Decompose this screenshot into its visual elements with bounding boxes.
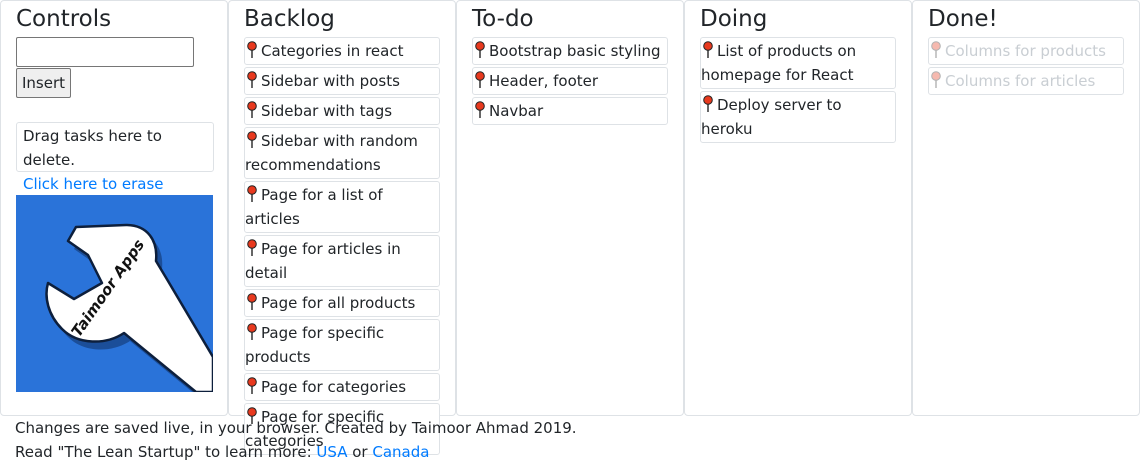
task-text: Columns for products bbox=[945, 42, 1106, 60]
todo-title: To-do bbox=[472, 6, 534, 32]
task-text: Columns for articles bbox=[945, 72, 1096, 90]
task-text: Page for articles in detail bbox=[245, 240, 401, 282]
task-card[interactable]: Page for categories bbox=[244, 373, 440, 401]
backlog-title: Backlog bbox=[244, 6, 335, 32]
done-card-list: Columns for products Columns for article… bbox=[928, 37, 1124, 97]
task-card[interactable]: List of products on homepage for React bbox=[700, 37, 896, 89]
pin-icon bbox=[245, 71, 259, 89]
task-text: Sidebar with tags bbox=[261, 102, 393, 120]
pin-icon bbox=[245, 377, 259, 395]
todo-column[interactable]: To-do Bootstrap basic styling Header, fo… bbox=[456, 0, 684, 416]
task-card[interactable]: Sidebar with tags bbox=[244, 97, 440, 125]
trash-text: Drag tasks here to delete. bbox=[23, 127, 162, 169]
pin-icon bbox=[245, 185, 259, 203]
task-text: Deploy server to heroku bbox=[701, 96, 842, 138]
pin-icon bbox=[473, 71, 487, 89]
task-input[interactable] bbox=[16, 37, 194, 67]
task-card[interactable]: Sidebar with random recommendations bbox=[244, 127, 440, 179]
footer-credit: Changes are saved live, in your browser.… bbox=[15, 419, 577, 437]
task-text: Page for all products bbox=[261, 294, 416, 312]
pin-icon bbox=[245, 293, 259, 311]
pin-icon bbox=[701, 95, 715, 113]
usa-link[interactable]: USA bbox=[316, 443, 347, 461]
doing-card-list: List of products on homepage for React D… bbox=[700, 37, 896, 145]
task-card[interactable]: Page for a list of articles bbox=[244, 181, 440, 233]
canada-link[interactable]: Canada bbox=[372, 443, 429, 461]
pin-icon bbox=[245, 131, 259, 149]
task-text: Navbar bbox=[489, 102, 544, 120]
task-card[interactable]: Page for specific products bbox=[244, 319, 440, 371]
task-card[interactable]: Sidebar with posts bbox=[244, 67, 440, 95]
done-title: Done! bbox=[928, 6, 998, 32]
task-text: Page for categories bbox=[261, 378, 407, 396]
task-card[interactable]: Columns for articles bbox=[928, 67, 1124, 95]
todo-card-list: Bootstrap basic styling Header, footer N… bbox=[472, 37, 668, 127]
task-text: Header, footer bbox=[489, 72, 599, 90]
task-card[interactable]: Navbar bbox=[472, 97, 668, 125]
done-column[interactable]: Done! Columns for products Columns for a… bbox=[912, 0, 1140, 416]
task-card[interactable]: Page for all products bbox=[244, 289, 440, 317]
kanban-board: Controls Insert Drag tasks here to delet… bbox=[0, 0, 1140, 455]
pin-icon bbox=[929, 71, 943, 89]
pin-icon bbox=[245, 41, 259, 59]
task-text: Page for specific products bbox=[245, 324, 385, 366]
task-card[interactable]: Header, footer bbox=[472, 67, 668, 95]
task-card[interactable]: Columns for products bbox=[928, 37, 1124, 65]
task-card[interactable]: Deploy server to heroku bbox=[700, 91, 896, 143]
controls-title: Controls bbox=[16, 6, 112, 32]
pin-icon bbox=[929, 41, 943, 59]
task-card[interactable]: Page for articles in detail bbox=[244, 235, 440, 287]
footer: Changes are saved live, in your browser.… bbox=[15, 416, 577, 464]
task-card[interactable]: Bootstrap basic styling bbox=[472, 37, 668, 65]
pin-icon bbox=[701, 41, 715, 59]
doing-title: Doing bbox=[700, 6, 768, 32]
trash-drop-zone[interactable]: Drag tasks here to delete. Click here to… bbox=[16, 122, 214, 217]
task-text: Sidebar with posts bbox=[261, 72, 400, 90]
doing-column[interactable]: Doing List of products on homepage for R… bbox=[684, 0, 912, 416]
pin-icon bbox=[473, 101, 487, 119]
footer-book-line: Read "The Lean Startup" to learn more: U… bbox=[15, 440, 577, 464]
pin-icon bbox=[473, 41, 487, 59]
task-text: Bootstrap basic styling bbox=[489, 42, 661, 60]
task-text: Categories in react bbox=[261, 42, 404, 60]
task-text: List of products on homepage for React bbox=[701, 42, 857, 84]
task-text: Sidebar with random recommendations bbox=[245, 132, 418, 174]
pin-icon bbox=[245, 323, 259, 341]
pin-icon bbox=[245, 101, 259, 119]
footer-book-prefix: Read "The Lean Startup" to learn more: bbox=[15, 443, 317, 461]
backlog-column[interactable]: Backlog Categories in react Sidebar with… bbox=[228, 0, 456, 455]
task-text: Page for a list of articles bbox=[245, 186, 383, 228]
footer-or: or bbox=[347, 443, 373, 461]
pin-icon bbox=[245, 239, 259, 257]
taimoor-apps-logo: Taimoor Apps bbox=[16, 195, 213, 392]
controls-column: Controls Insert Drag tasks here to delet… bbox=[0, 0, 228, 416]
insert-button[interactable]: Insert bbox=[16, 68, 71, 98]
backlog-card-list: Categories in react Sidebar with posts S… bbox=[244, 37, 440, 457]
task-card[interactable]: Categories in react bbox=[244, 37, 440, 65]
